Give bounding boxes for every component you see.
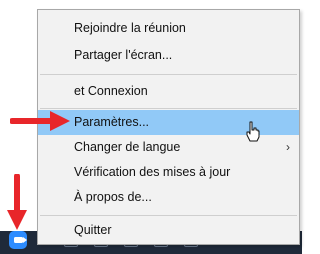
arrow-head [50,111,70,131]
menu-item-check-updates[interactable]: Vérification des mises à jour [38,160,299,185]
menu-item-label: Vérification des mises à jour [74,165,231,179]
menu-item-about[interactable]: À propos de... [38,185,299,210]
menu-item-share-screen[interactable]: Partager l'écran... [38,43,299,68]
menu-item-label: À propos de... [74,190,152,204]
menu-item-join-meeting[interactable]: Rejoindre la réunion [38,16,299,41]
red-arrow-right-icon [10,111,70,131]
hand-pointer-icon [246,121,260,142]
menu-item-label: Partager l'écran... [74,48,173,62]
menu-item-label: et Connexion [74,84,148,98]
red-arrow-down-icon [7,174,27,230]
zoom-tray-icon[interactable] [9,231,27,249]
arrow-head [7,210,27,230]
menu-item-label: Quitter [74,223,112,237]
menu-separator [40,74,297,75]
menu-item-label: Rejoindre la réunion [74,21,186,35]
chevron-right-icon: › [286,140,290,154]
camera-icon [13,237,27,243]
menu-item-label: Paramètres... [74,115,150,129]
menu-item-label: Changer de langue [74,140,181,154]
menu-item-sign-in[interactable]: et Connexion [38,79,299,104]
menu-item-quit[interactable]: Quitter [38,218,299,243]
menu-separator [40,215,297,216]
menu-separator [40,108,297,109]
